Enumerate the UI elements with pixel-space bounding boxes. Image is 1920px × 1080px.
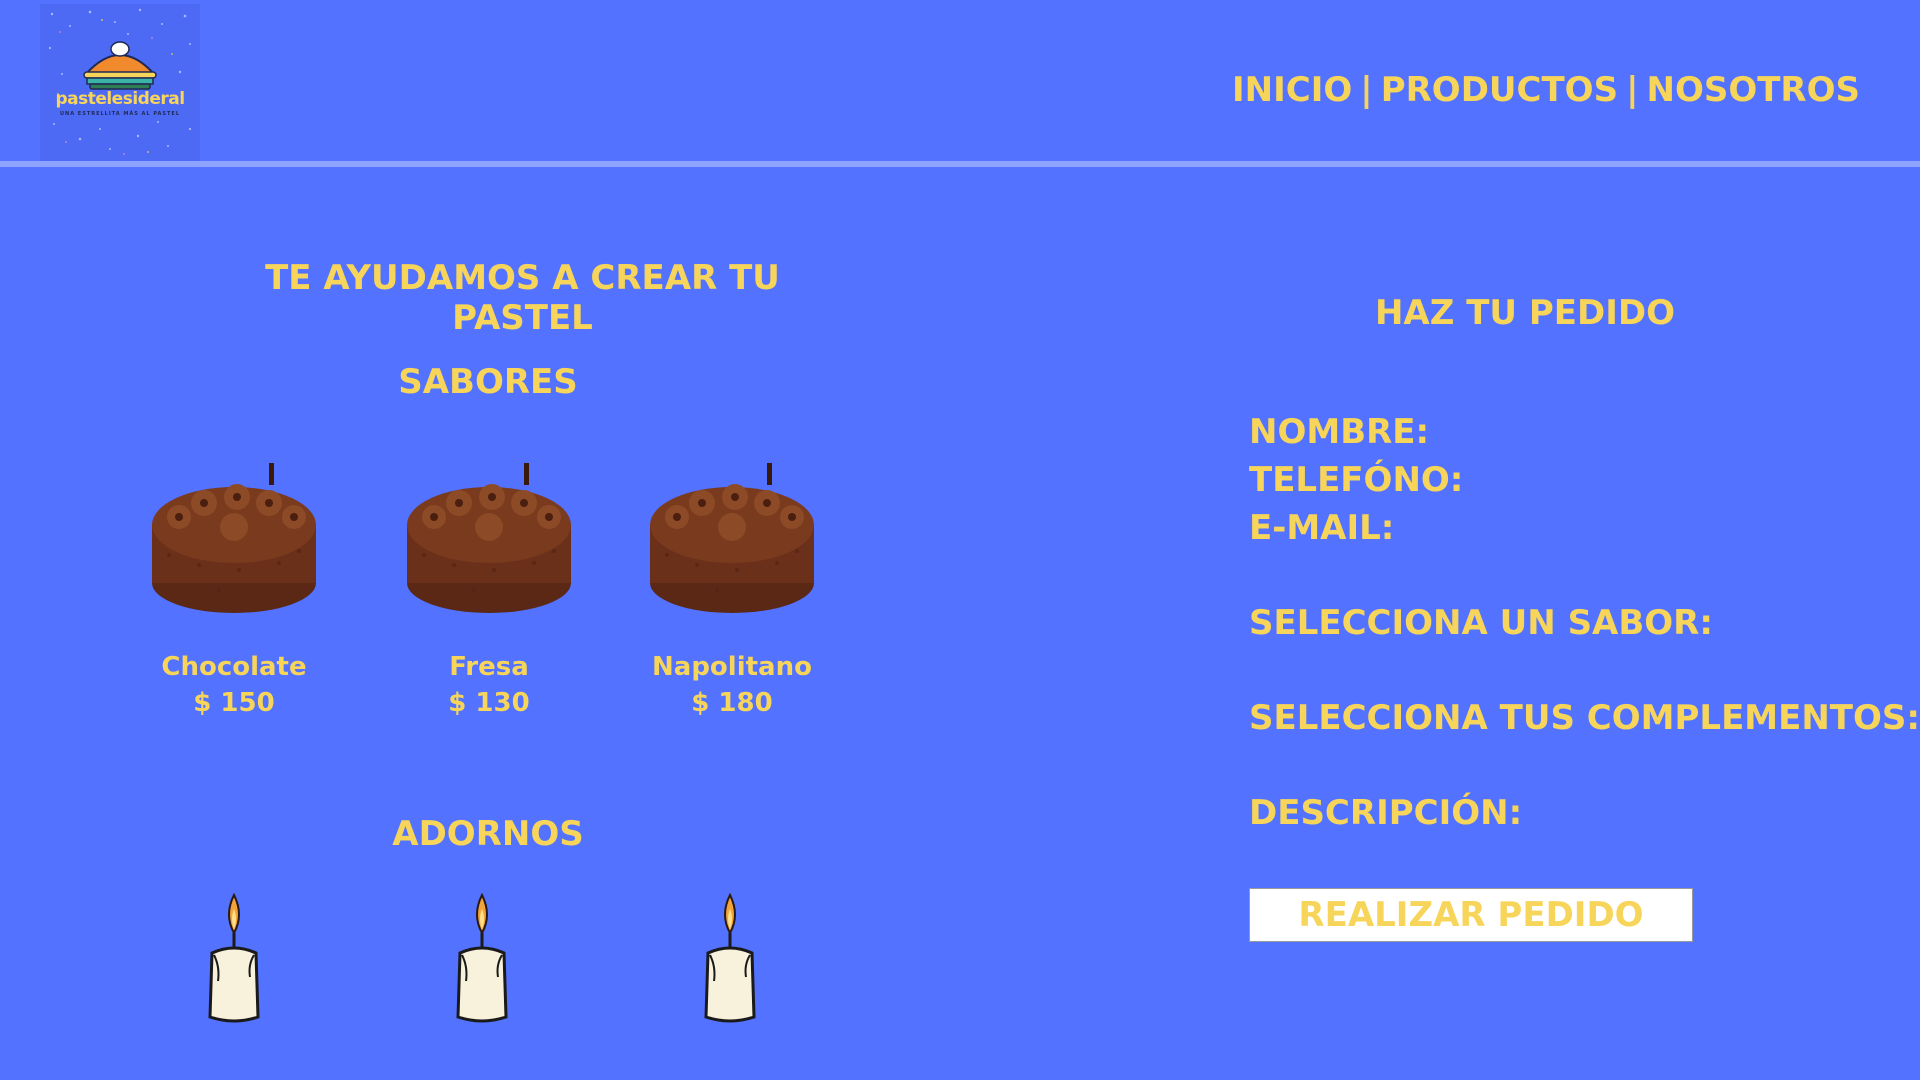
order-form: NOMBRE: TELEFÓNO: E-MAIL: SELECCIONA UN … [1249, 408, 1920, 837]
flavor-name: Napolitano [652, 652, 812, 682]
name-field-label[interactable]: NOMBRE: [1249, 408, 1889, 456]
create-cake-title: TE AYUDAMOS A CREAR TU PASTEL [265, 258, 780, 338]
flavor-price: $ 180 [691, 688, 773, 718]
flavor-card-fresa[interactable]: Fresa $ 130 [389, 455, 589, 718]
place-order-button[interactable]: REALIZAR PEDIDO [1249, 888, 1693, 942]
nav-link-productos[interactable]: PRODUCTOS [1381, 70, 1618, 110]
chocolate-cake-icon [407, 463, 571, 613]
pie-logo-icon [48, 8, 192, 155]
flavor-name: Fresa [449, 652, 529, 682]
chocolate-cake-icon [650, 463, 814, 613]
candle-icon[interactable] [204, 893, 264, 1023]
flavor-card-chocolate[interactable]: Chocolate $ 150 [134, 455, 334, 718]
header-divider [0, 161, 1920, 167]
nav-separator: | [1360, 70, 1373, 110]
site-header: pastelesideral UNA ESTRELLITA MÁS AL PAS… [0, 0, 1920, 163]
main-nav: INICIO | PRODUCTOS | NOSOTROS [1232, 70, 1860, 110]
logo-tagline: UNA ESTRELLITA MÁS AL PASTEL [59, 111, 181, 117]
candle-icon[interactable] [452, 893, 512, 1023]
logo-wordmark: pastelesideral [55, 89, 185, 109]
flavors-title: SABORES [398, 362, 578, 402]
description-field-label[interactable]: DESCRIPCIÓN: [1249, 789, 1889, 837]
decorations-title: ADORNOS [392, 814, 584, 854]
flavor-price: $ 130 [448, 688, 530, 718]
flavor-name: Chocolate [161, 652, 307, 682]
phone-field-label[interactable]: TELEFÓNO: [1249, 456, 1889, 504]
flavor-select-label[interactable]: SELECCIONA UN SABOR: [1249, 599, 1889, 647]
flavor-card-napolitano[interactable]: Napolitano $ 180 [632, 455, 832, 718]
candle-icon[interactable] [700, 893, 760, 1023]
nav-link-inicio[interactable]: INICIO [1232, 70, 1352, 110]
nav-separator: | [1626, 70, 1639, 110]
nav-link-nosotros[interactable]: NOSOTROS [1646, 70, 1860, 110]
chocolate-cake-icon [152, 463, 316, 613]
extras-select-label[interactable]: SELECCIONA TUS COMPLEMENTOS: [1249, 694, 1920, 742]
order-title: HAZ TU PEDIDO [1374, 293, 1676, 333]
brand-logo[interactable]: pastelesideral UNA ESTRELLITA MÁS AL PAS… [40, 4, 200, 161]
flavor-price: $ 150 [193, 688, 275, 718]
email-field-label[interactable]: E-MAIL: [1249, 504, 1889, 552]
